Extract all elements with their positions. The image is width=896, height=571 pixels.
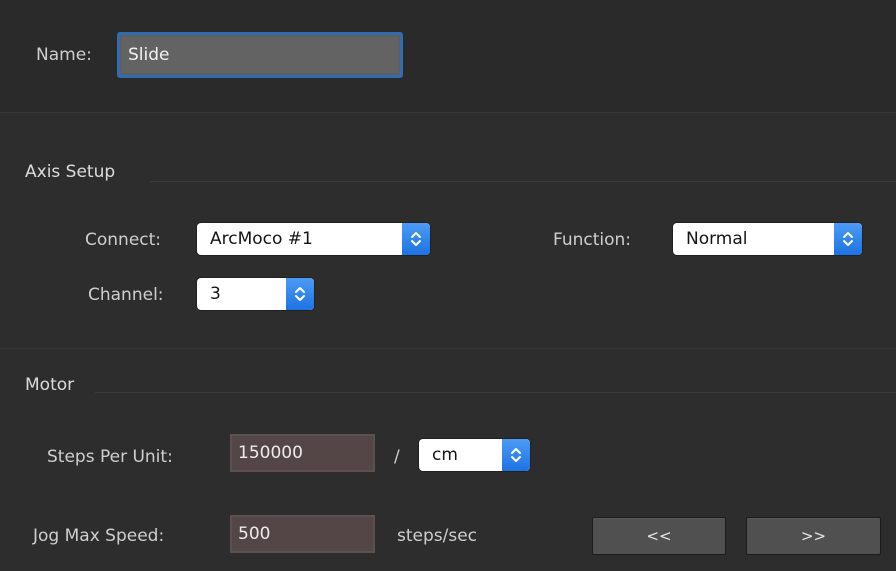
section-separator bbox=[0, 348, 896, 349]
name-input[interactable]: Slide bbox=[117, 32, 403, 78]
steps-per-unit-value[interactable]: 150000 bbox=[232, 436, 373, 470]
jog-max-speed-input[interactable]: 500 bbox=[230, 515, 375, 553]
axis-setup-title: Axis Setup bbox=[25, 162, 116, 182]
connect-popup[interactable]: ArcMoco #1 bbox=[197, 223, 430, 255]
up-down-chevron-icon bbox=[834, 223, 862, 255]
jog-max-speed-value[interactable]: 500 bbox=[232, 517, 373, 551]
steps-per-unit-input[interactable]: 150000 bbox=[230, 434, 375, 472]
unit-popup[interactable]: cm bbox=[419, 439, 530, 471]
axis-setup-divider bbox=[150, 181, 896, 182]
function-value: Normal bbox=[686, 229, 748, 249]
connect-label: Connect: bbox=[85, 230, 162, 250]
channel-value: 3 bbox=[210, 284, 221, 304]
jog-forward-button[interactable]: >> bbox=[746, 517, 881, 555]
motor-title: Motor bbox=[25, 375, 75, 395]
channel-popup[interactable]: 3 bbox=[197, 278, 314, 310]
steps-per-unit-label: Steps Per Unit: bbox=[47, 447, 173, 467]
up-down-chevron-icon bbox=[402, 223, 430, 255]
name-value[interactable]: Slide bbox=[122, 37, 398, 73]
name-label: Name: bbox=[36, 45, 92, 65]
motor-divider bbox=[95, 392, 896, 393]
function-popup[interactable]: Normal bbox=[673, 223, 862, 255]
up-down-chevron-icon bbox=[502, 439, 530, 471]
jog-max-speed-unit: steps/sec bbox=[397, 526, 478, 546]
unit-separator: / bbox=[394, 447, 400, 467]
function-label: Function: bbox=[553, 230, 632, 250]
jog-back-button[interactable]: << bbox=[592, 517, 726, 555]
jog-max-speed-label: Jog Max Speed: bbox=[33, 526, 165, 546]
channel-label: Channel: bbox=[88, 285, 164, 305]
connect-value: ArcMoco #1 bbox=[210, 229, 313, 249]
unit-value: cm bbox=[432, 445, 458, 465]
up-down-chevron-icon bbox=[286, 278, 314, 310]
